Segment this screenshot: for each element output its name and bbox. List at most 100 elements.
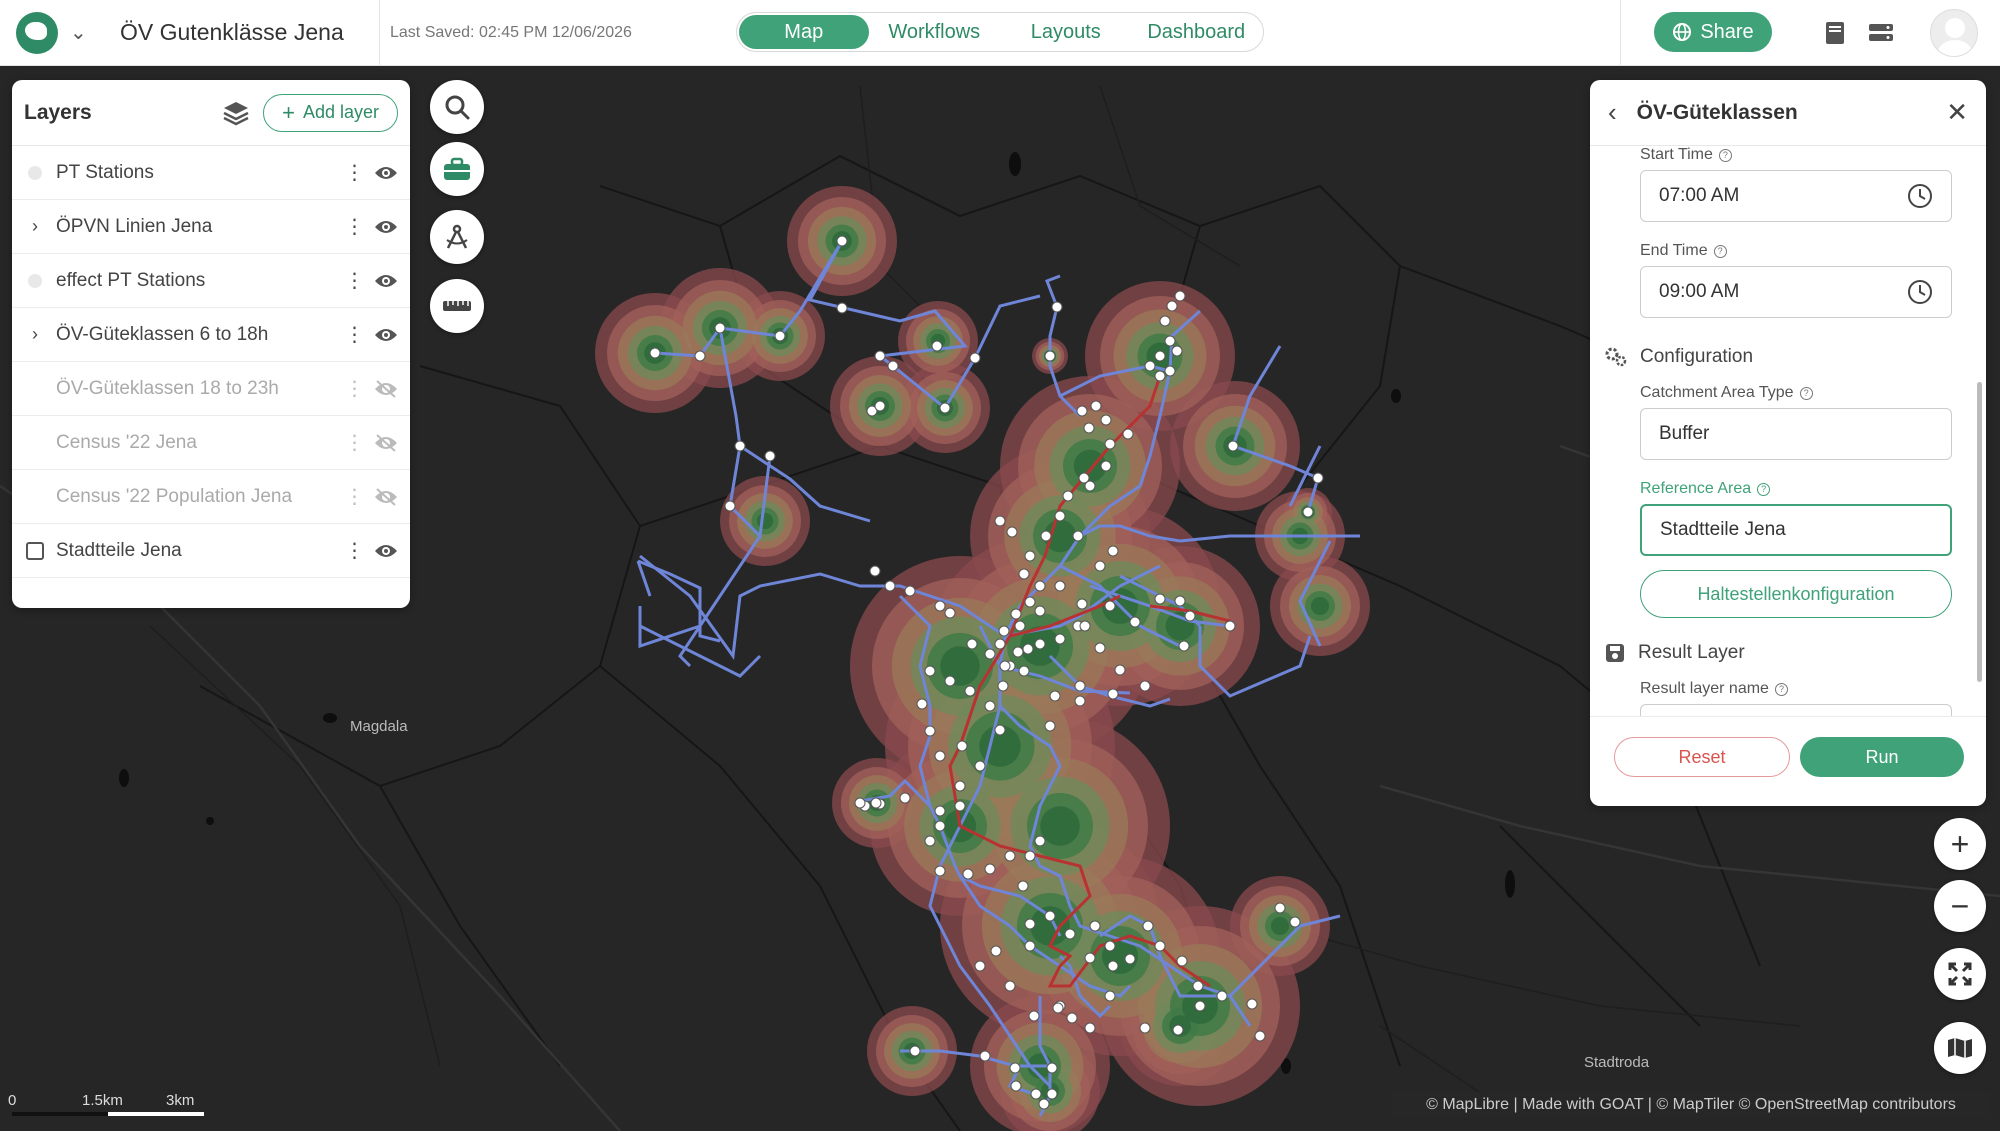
chevron-right-icon[interactable]: › [24,216,46,238]
pt-station-point[interactable] [1166,300,1178,312]
pt-station-point[interactable] [1006,526,1018,538]
pt-station-point[interactable] [998,625,1010,637]
pt-station-point[interactable] [649,347,661,359]
pt-station-point[interactable] [916,698,928,710]
pt-station-point[interactable] [1028,1010,1040,1022]
pt-station-point[interactable] [1246,998,1258,1010]
pt-station-point[interactable] [1274,902,1286,914]
pt-station-point[interactable] [954,780,966,792]
pt-station-point[interactable] [934,600,946,612]
eye-off-icon[interactable] [374,487,398,507]
pt-station-point[interactable] [1024,550,1036,562]
layer-row[interactable]: Census '22 Population Jena ⋮ [12,470,410,524]
pt-station-point[interactable] [924,835,936,847]
pt-station-point[interactable] [1049,690,1061,702]
pt-station-point[interactable] [1083,422,1095,434]
pt-station-point[interactable] [1034,835,1046,847]
result-layer-name-input[interactable] [1640,704,1952,716]
tab-dashboard[interactable]: Dashboard [1132,15,1262,49]
pt-station-point[interactable] [854,797,866,809]
pt-station-point[interactable] [984,863,996,875]
pt-station-point[interactable] [1164,335,1176,347]
pt-station-point[interactable] [1004,980,1016,992]
pt-station-point[interactable] [714,322,726,334]
pt-station-point[interactable] [954,800,966,812]
pt-station-point[interactable] [1054,580,1066,592]
pt-station-point[interactable] [1044,350,1056,362]
run-button[interactable]: Run [1800,737,1964,777]
toolbox-button[interactable] [430,142,484,196]
pt-station-point[interactable] [984,700,996,712]
pt-station-point[interactable] [997,680,1009,692]
pt-station-point[interactable] [909,1045,921,1057]
tab-workflows[interactable]: Workflows [869,15,1001,49]
eye-off-icon[interactable] [374,379,398,399]
pt-station-point[interactable] [1100,460,1112,472]
layer-row[interactable]: effect PT Stations ⋮ [12,254,410,308]
pt-station-point[interactable] [1289,916,1301,928]
end-time-input[interactable]: 09:00 AM [1640,266,1952,318]
reference-area-select[interactable]: Stadtteile Jena [1640,504,1952,556]
pt-station-point[interactable] [1084,952,1096,964]
pt-station-point[interactable] [934,865,946,877]
pt-station-point[interactable] [1017,880,1029,892]
pt-station-point[interactable] [870,797,882,809]
pt-station-point[interactable] [1024,940,1036,952]
pt-station-point[interactable] [1084,480,1096,492]
pt-station-point[interactable] [1024,850,1036,862]
pt-station-point[interactable] [1084,1022,1096,1034]
pt-station-point[interactable] [1024,918,1036,930]
pt-station-point[interactable] [1044,720,1056,732]
pt-station-point[interactable] [1062,490,1074,502]
layer-row[interactable]: ÖV-Güteklassen 18 to 23h ⋮ [12,362,410,416]
pt-station-point[interactable] [964,685,976,697]
pt-station-point[interactable] [1010,608,1022,620]
pt-station-point[interactable] [924,725,936,737]
pt-station-point[interactable] [1014,620,1026,632]
layer-row[interactable]: Census '22 Jena ⋮ [12,416,410,470]
pt-station-point[interactable] [1034,580,1046,592]
zoom-out-button[interactable]: − [1934,880,1986,932]
pt-station-point[interactable] [1114,664,1126,676]
app-menu[interactable]: ⌄ [0,0,104,66]
pt-station-point[interactable] [1159,315,1171,327]
catchment-type-select[interactable]: Buffer [1640,408,1952,460]
eye-icon[interactable] [374,541,398,561]
pt-station-point[interactable] [1172,1024,1184,1036]
help-icon[interactable]: ? [1718,148,1732,162]
pt-station-point[interactable] [924,665,936,677]
pt-station-point[interactable] [979,1050,991,1062]
layer-row[interactable]: Stadtteile Jena ⋮ [12,524,410,578]
pt-station-point[interactable] [874,350,886,362]
pt-station-point[interactable] [1100,414,1112,426]
pt-station-point[interactable] [1076,598,1088,610]
pt-station-point[interactable] [1302,506,1314,518]
more-vert-icon[interactable]: ⋮ [344,538,365,563]
more-vert-icon[interactable]: ⋮ [344,268,365,293]
pt-station-point[interactable] [1018,665,1030,677]
pt-station-point[interactable] [1254,1030,1266,1042]
eye-icon[interactable] [374,163,398,183]
pt-station-point[interactable] [1089,920,1101,932]
pt-station-point[interactable] [734,440,746,452]
pt-station-point[interactable] [974,760,986,772]
pt-station-point[interactable] [984,648,996,660]
pt-station-point[interactable] [884,580,896,592]
pt-station-point[interactable] [1094,560,1106,572]
pt-station-point[interactable] [944,607,956,619]
pt-station-point[interactable] [934,820,946,832]
reset-button[interactable]: Reset [1614,737,1790,777]
zoom-in-button[interactable]: + [1934,818,1986,870]
pt-station-point[interactable] [1054,633,1066,645]
pt-station-point[interactable] [1046,1088,1058,1100]
pt-station-point[interactable] [1074,695,1086,707]
pt-station-point[interactable] [774,330,786,342]
clock-icon[interactable] [1907,183,1933,209]
more-vert-icon[interactable]: ⋮ [344,214,365,239]
pt-station-point[interactable] [1104,600,1116,612]
start-time-input[interactable]: 07:00 AM [1640,170,1952,222]
add-layer-button[interactable]: + Add layer [263,93,398,132]
pt-station-point[interactable] [1178,640,1190,652]
pt-station-point[interactable] [899,792,911,804]
pt-station-point[interactable] [1004,850,1016,862]
